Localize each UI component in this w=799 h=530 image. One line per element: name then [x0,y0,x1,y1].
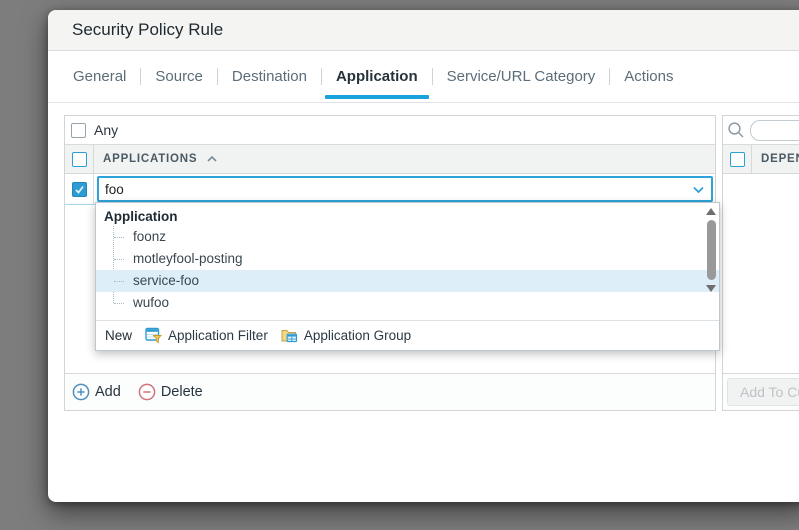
check-icon [74,184,85,195]
depends-on-panel: DEPENDS ON Add To Current Rule [722,115,799,411]
dialog-title: Security Policy Rule [72,20,223,40]
tab-general[interactable]: General [62,51,137,102]
new-application-filter-button[interactable]: Application Filter [145,327,268,344]
sort-ascending-icon[interactable] [205,152,219,166]
application-row [65,174,715,205]
plus-circle-icon [72,383,90,401]
tab-bar: General Source Destination Application S… [48,51,799,103]
row-checkbox[interactable] [72,182,87,197]
dropdown-list: Application foonz motleyfool-posting ser… [96,203,719,320]
application-group-icon [281,327,298,344]
add-button[interactable]: Add [72,383,121,401]
scroll-down-icon[interactable] [706,285,716,292]
depends-on-header-row: DEPENDS ON [723,145,799,174]
scroll-up-icon[interactable] [706,208,716,215]
new-application-group-button[interactable]: Application Group [281,327,411,344]
tab-separator [609,68,610,85]
application-dropdown: Application foonz motleyfool-posting ser… [95,202,720,351]
dropdown-scrollbar[interactable] [705,208,717,313]
tab-source[interactable]: Source [144,51,214,102]
any-checkbox[interactable] [71,123,86,138]
search-row [723,116,799,145]
tab-destination[interactable]: Destination [221,51,318,102]
application-value-input[interactable] [99,182,685,197]
applications-header-row: APPLICATIONS [65,145,715,174]
combobox-dropdown-icon[interactable] [685,182,711,197]
select-all-checkbox[interactable] [72,152,87,167]
delete-button[interactable]: Delete [138,383,203,401]
scrollbar-thumb[interactable] [707,220,716,280]
dropdown-item-foonz[interactable]: foonz [96,226,719,248]
tab-separator [140,68,141,85]
dropdown-group-label: Application [96,207,719,226]
add-to-current-rule-button[interactable]: Add To Current Rule [727,378,799,406]
new-label: New [105,328,132,343]
tab-separator [432,68,433,85]
application-filter-icon [145,327,162,344]
any-row: Any [65,116,715,145]
dropdown-footer: New Application Filter [96,320,719,350]
tab-application[interactable]: Application [325,51,429,102]
dialog-titlebar: Security Policy Rule [48,10,799,51]
dropdown-item-service-foo[interactable]: service-foo [96,270,719,292]
search-input[interactable] [750,120,799,141]
security-policy-rule-dialog: Security Policy Rule General Source Dest… [48,10,799,502]
tab-service-url-category[interactable]: Service/URL Category [436,51,607,102]
tab-separator [321,68,322,85]
applications-column-header: APPLICATIONS [103,153,197,165]
depends-on-footer: Add To Current Rule [723,373,799,410]
search-icon [726,120,746,140]
depends-on-column-header: DEPENDS ON [761,153,799,165]
screen-background: Security Policy Rule General Source Dest… [0,0,799,530]
applications-footer: Add Delete [65,373,715,410]
any-label: Any [94,122,118,138]
minus-circle-icon [138,383,156,401]
depends-select-all-checkbox[interactable] [730,152,745,167]
tab-actions[interactable]: Actions [613,51,684,102]
dropdown-item-wufoo[interactable]: wufoo [96,292,719,314]
dropdown-item-motleyfool-posting[interactable]: motleyfool-posting [96,248,719,270]
application-combobox[interactable] [97,176,713,202]
tab-separator [217,68,218,85]
